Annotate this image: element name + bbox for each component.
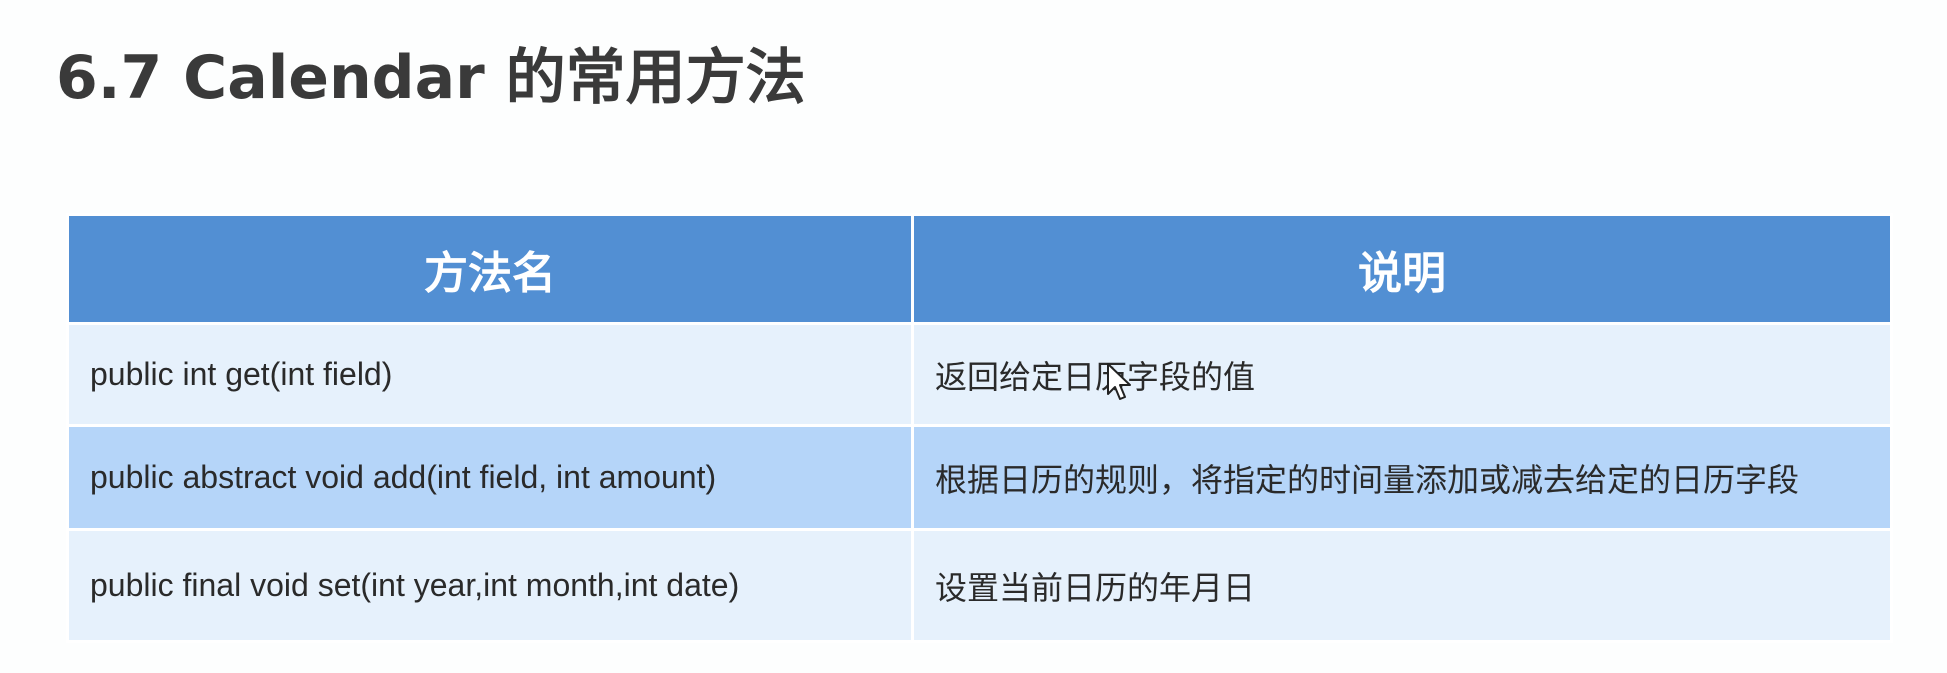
description-cell: 返回给定日历字段的值 [911,322,1893,427]
method-name-header: 方法名 [66,213,914,325]
method-cell: public abstract void add(int field, int … [66,424,914,531]
table-row: public final void set(int year,int month… [66,528,1893,643]
table-row: public abstract void add(int field, int … [66,424,1893,531]
description-cell: 设置当前日历的年月日 [911,528,1893,643]
method-cell: public final void set(int year,int month… [66,528,914,643]
method-cell: public int get(int field) [66,322,914,427]
calendar-methods-table: 方法名 说明 public int get(int field) 返回给定日历字… [66,213,1893,643]
description-header: 说明 [911,213,1893,325]
table-row: public int get(int field) 返回给定日历字段的值 [66,322,1893,427]
table-header-row: 方法名 说明 [66,213,1893,325]
description-cell: 根据日历的规则，将指定的时间量添加或减去给定的日历字段 [911,424,1893,531]
mouse-pointer-icon [1107,363,1131,400]
page-title: 6.7 Calendar 的常用方法 [56,43,806,113]
